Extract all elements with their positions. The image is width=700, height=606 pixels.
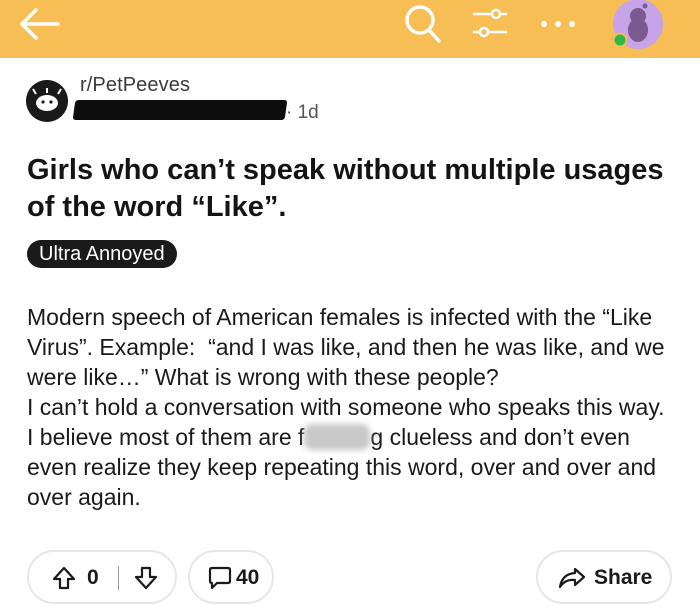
comment-icon: [208, 566, 232, 590]
post-meta: · 1d: [286, 102, 319, 124]
back-arrow-icon[interactable]: [14, 4, 64, 44]
share-icon: [558, 567, 586, 589]
downvote-icon[interactable]: [133, 565, 159, 591]
censored-word: [304, 424, 371, 450]
post-action-bar: 0 40 Share: [0, 550, 700, 606]
share-button[interactable]: Share: [536, 550, 672, 604]
vote-control: 0: [27, 550, 177, 604]
comment-count: 40: [236, 566, 260, 589]
search-icon[interactable]: [400, 1, 444, 45]
post-flair[interactable]: Ultra Annoyed: [27, 240, 177, 268]
online-status-dot: [612, 32, 628, 48]
top-bar: [0, 0, 700, 58]
post-body: Modern speech of American females is inf…: [27, 302, 677, 512]
comments-button[interactable]: 40: [188, 550, 274, 604]
more-icon[interactable]: [536, 14, 580, 34]
upvote-icon[interactable]: [51, 565, 77, 591]
avatar[interactable]: [606, 0, 668, 50]
filter-icon[interactable]: [470, 4, 510, 44]
time-separator: ·: [286, 102, 293, 123]
share-label: Share: [594, 566, 653, 589]
subreddit-name[interactable]: r/PetPeeves: [80, 74, 190, 97]
vote-divider: [118, 566, 119, 590]
vote-count: 0: [87, 566, 99, 589]
post-title[interactable]: Girls who can’t speak without multiple u…: [27, 152, 677, 226]
redacted-username: [72, 100, 288, 120]
subreddit-icon[interactable]: [26, 80, 68, 122]
post-age: 1d: [297, 102, 319, 123]
